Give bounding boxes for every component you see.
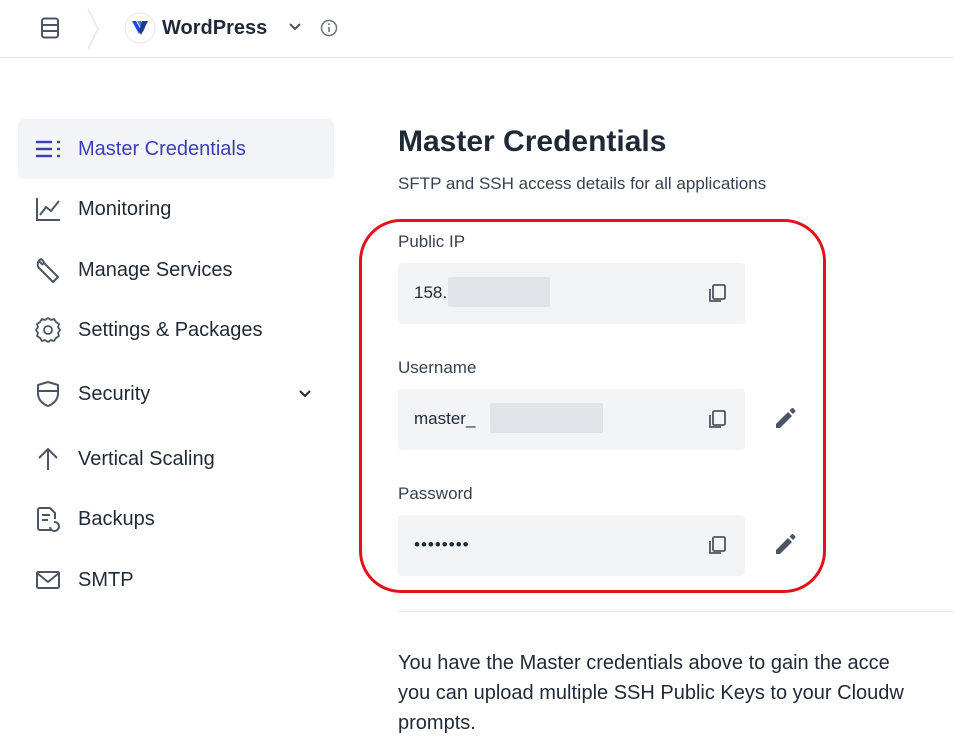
chevron-down-icon[interactable]	[297, 386, 313, 402]
sidebar-item-label: SMTP	[78, 569, 134, 591]
mail-icon	[36, 571, 60, 589]
paragraph-line: you can upload multiple SSH Public Keys …	[398, 682, 904, 704]
sidebar-item-monitoring[interactable]: Monitoring	[18, 179, 334, 239]
sidebar-item-settings-packages[interactable]: Settings & Packages	[18, 300, 334, 360]
shield-icon	[37, 381, 59, 407]
top-bar: WordPress	[0, 0, 954, 58]
sidebar-item-backups[interactable]: Backups	[18, 489, 334, 549]
server-icon[interactable]	[40, 17, 60, 39]
page-title: Master Credentials	[398, 125, 667, 158]
gear-icon	[35, 317, 61, 343]
arrow-up-icon	[38, 447, 58, 470]
wrench-icon	[36, 258, 59, 283]
highlight-annotation	[359, 219, 826, 593]
chevron-down-icon[interactable]	[287, 19, 303, 35]
sidebar-item-vertical-scaling[interactable]: Vertical Scaling	[18, 429, 334, 489]
sidebar-item-label: Security	[78, 383, 151, 405]
sidebar-item-label: Backups	[78, 508, 155, 530]
app-name[interactable]: WordPress	[162, 16, 267, 40]
wordpress-vultr-logo-icon	[124, 12, 156, 44]
sidebar-item-manage-services[interactable]: Manage Services	[18, 240, 334, 300]
sidebar-item-smtp[interactable]: SMTP	[18, 550, 334, 610]
sidebar-item-label: Vertical Scaling	[78, 448, 215, 470]
backup-icon	[37, 507, 60, 532]
sidebar-item-label: Manage Services	[78, 259, 233, 281]
section-divider	[398, 611, 954, 612]
sidebar-item-label: Master Credentials	[78, 138, 246, 160]
info-icon[interactable]	[320, 19, 338, 37]
breadcrumb-separator-icon	[87, 8, 99, 50]
sidebar-item-label: Monitoring	[78, 198, 172, 220]
list-icon	[36, 140, 60, 158]
page-subtitle: SFTP and SSH access details for all appl…	[398, 174, 767, 193]
sidebar-item-master-credentials[interactable]: Master Credentials	[18, 119, 334, 179]
sidebar-item-security[interactable]: Security	[18, 364, 334, 424]
info-paragraph: You have the Master credentials above to…	[398, 648, 954, 750]
paragraph-line: prompts.	[398, 712, 476, 734]
chart-icon	[36, 198, 60, 221]
sidebar-item-label: Settings & Packages	[78, 319, 263, 341]
paragraph-line: You have the Master credentials above to…	[398, 652, 890, 674]
